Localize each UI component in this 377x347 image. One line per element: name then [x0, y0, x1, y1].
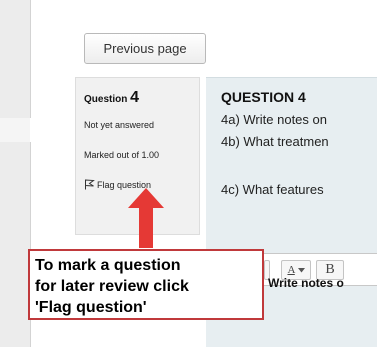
- sidebar-panel: [0, 0, 31, 118]
- callout-line: To mark a question: [35, 257, 181, 274]
- chevron-down-icon: [297, 268, 305, 273]
- answer-status: Not yet answered: [84, 120, 155, 130]
- editor-text[interactable]: Write notes o: [268, 276, 344, 290]
- marks-info: Marked out of 1.00: [84, 150, 160, 160]
- question-line: 4a) Write notes on: [221, 112, 327, 127]
- arrow-up-icon: [128, 188, 164, 248]
- flag-icon: [85, 179, 95, 190]
- question-title: QUESTION 4: [221, 89, 306, 105]
- question-prefix: Question: [84, 94, 128, 105]
- callout-annotation: To mark a question for later review clic…: [28, 249, 264, 320]
- left-sidebar: [0, 0, 31, 347]
- question-content: QUESTION 4 4a) Write notes on 4b) What t…: [206, 77, 377, 236]
- sidebar-panel: [0, 142, 31, 347]
- callout-line: for later review click: [35, 278, 189, 295]
- question-number: 4: [130, 89, 140, 106]
- question-number-heading: Question 4: [84, 89, 139, 107]
- font-color-label: A: [287, 264, 295, 276]
- previous-page-button[interactable]: Previous page: [84, 33, 206, 64]
- question-line: 4c) What features: [221, 182, 324, 197]
- callout-line: 'Flag question': [35, 299, 147, 316]
- question-line: 4b) What treatmen: [221, 134, 329, 149]
